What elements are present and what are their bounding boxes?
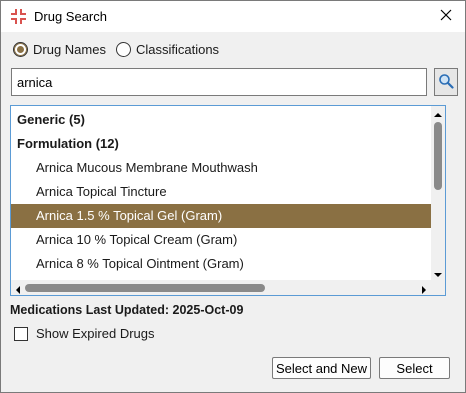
- vertical-scrollbar[interactable]: [431, 106, 445, 280]
- radio-drug-names-label: Drug Names: [33, 42, 106, 57]
- list-group-header[interactable]: Generic (5): [11, 108, 431, 132]
- radio-drug-names-indicator[interactable]: [13, 42, 28, 57]
- title-bar: Drug Search: [1, 1, 465, 32]
- radio-drug-names[interactable]: Drug Names: [13, 42, 106, 57]
- list-item[interactable]: Arnica Topical Tincture: [11, 180, 431, 204]
- horizontal-scroll-thumb[interactable]: [25, 284, 265, 292]
- vertical-scroll-thumb[interactable]: [434, 122, 442, 190]
- list-item[interactable]: Arnica 10 % Topical Cream (Gram): [11, 228, 431, 252]
- scroll-right-icon[interactable]: [419, 283, 429, 294]
- scroll-left-icon[interactable]: [13, 283, 23, 294]
- search-mode-group: Drug Names Classifications: [13, 42, 229, 57]
- last-updated-text: Medications Last Updated: 2025-Oct-09: [10, 303, 244, 317]
- show-expired-checkbox-box[interactable]: [14, 326, 28, 341]
- scroll-up-icon[interactable]: [433, 108, 443, 118]
- select-and-new-button[interactable]: Select and New: [272, 357, 371, 379]
- show-expired-checkbox[interactable]: Show Expired Drugs: [14, 326, 155, 341]
- radio-classifications[interactable]: Classifications: [115, 42, 220, 57]
- scroll-corner: [431, 280, 445, 295]
- search-button[interactable]: [434, 68, 458, 96]
- magnifier-icon: [438, 73, 454, 92]
- show-expired-label: Show Expired Drugs: [36, 326, 155, 341]
- list-item[interactable]: Arnica 1.5 % Topical Gel (Gram): [11, 204, 431, 228]
- list-item[interactable]: Arnica Mucous Membrane Mouthwash: [11, 156, 431, 180]
- horizontal-scrollbar[interactable]: [11, 280, 431, 295]
- results-list[interactable]: Generic (5) Formulation (12) Arnica Mucous…: [10, 105, 446, 296]
- select-button[interactable]: Select: [379, 357, 450, 379]
- radio-classifications-indicator[interactable]: [115, 42, 131, 57]
- list-item[interactable]: Arnica 8 % Topical Ointment (Gram): [11, 252, 431, 276]
- close-button[interactable]: [431, 4, 461, 29]
- scroll-down-icon[interactable]: [433, 268, 443, 278]
- list-group-header[interactable]: Formulation (12): [11, 132, 431, 156]
- drug-search-window: Drug Search Drug Names Classifications a…: [0, 0, 466, 393]
- results-list-items: Generic (5) Formulation (12) Arnica Mucous…: [11, 106, 431, 280]
- close-icon: [440, 9, 452, 24]
- window-title: Drug Search: [34, 9, 107, 24]
- search-input[interactable]: [11, 68, 427, 96]
- plus-cross-icon: [10, 8, 27, 25]
- radio-classifications-label: Classifications: [135, 42, 220, 57]
